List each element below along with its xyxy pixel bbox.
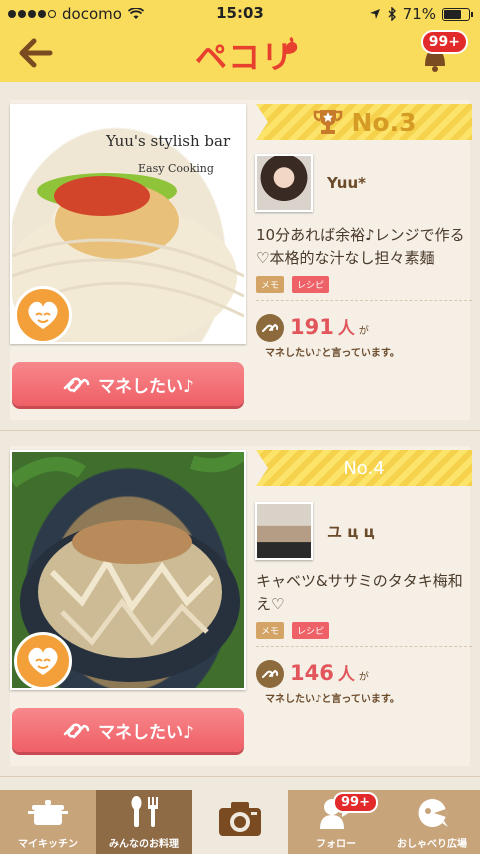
- tag-list: メモ レシピ: [256, 622, 330, 639]
- tab-everyones-dishes[interactable]: みんなのお料理: [96, 790, 192, 854]
- recipe-card: Yuu's stylish bar Easy Cooking マネしたい♪ No…: [10, 100, 472, 420]
- tab-bar: マイキッチン みんなのお料理 フォロー 99+ おしゃべり広場: [0, 790, 480, 854]
- heart-face-icon: [14, 286, 72, 344]
- tab-camera[interactable]: [192, 790, 288, 854]
- recipe-title[interactable]: キャベツ&ササミのタタキ梅和え♡: [256, 570, 472, 617]
- rooster-icon: [285, 37, 298, 54]
- mane-button-label: マネしたい♪: [98, 376, 194, 397]
- mane-count: 146 人 が: [256, 660, 369, 688]
- user-row[interactable]: ユ ц ц: [255, 502, 375, 560]
- mane-link-icon: [256, 660, 284, 688]
- mane-link-icon: [256, 314, 284, 342]
- tab-label: おしゃべり広場: [397, 839, 467, 850]
- trophy-icon: [313, 110, 342, 134]
- card-separator: [0, 776, 480, 777]
- tag-memo: メモ: [256, 622, 285, 639]
- battery-percent: 71%: [402, 5, 436, 23]
- link-icon: [63, 377, 90, 393]
- tab-my-kitchen[interactable]: マイキッチン: [0, 790, 96, 854]
- user-row[interactable]: Yuu*: [255, 154, 366, 212]
- recipe-title[interactable]: 10分あれば余裕♪レンジで作る♡本格的な汁なし担々素麺: [256, 224, 472, 271]
- recipe-card: マネしたい♪ No.4 ユ ц ц キャベツ&ササミのタタキ梅和え♡ メモ レシ…: [10, 446, 472, 766]
- tab-follow[interactable]: フォロー 99+: [288, 790, 384, 854]
- username[interactable]: ユ ц ц: [327, 521, 375, 542]
- battery-icon: [442, 7, 473, 21]
- mane-count-number: 146: [290, 661, 334, 685]
- heart-face-icon: [14, 632, 72, 690]
- mane-count-number: 191: [290, 315, 334, 339]
- app-logo: ペコリ: [195, 38, 295, 76]
- tag-list: メモ レシピ: [256, 276, 330, 293]
- status-bar: docomo 15:03 71%: [0, 0, 480, 28]
- pot-icon: [28, 800, 68, 825]
- mane-count-suffix: が: [358, 326, 369, 337]
- mane-count: 191 人 が: [256, 314, 369, 342]
- tab-label: マイキッチン: [18, 839, 78, 850]
- mane-button[interactable]: マネしたい♪: [12, 362, 244, 406]
- mane-count-suffix: が: [358, 672, 369, 683]
- link-icon: [63, 723, 90, 739]
- photo-caption-title: Yuu's stylish bar: [106, 132, 231, 150]
- tab-label: みんなのお料理: [109, 839, 179, 850]
- rank-ribbon: No.4: [256, 450, 472, 486]
- system-indicators: 71%: [369, 5, 473, 23]
- tab-label: フォロー: [316, 839, 356, 850]
- mane-count-unit: 人: [337, 319, 355, 339]
- rank-label: No.3: [351, 107, 417, 137]
- back-arrow-icon[interactable]: [18, 36, 54, 70]
- notification-button[interactable]: 99+: [418, 30, 468, 74]
- location-icon: [369, 9, 380, 19]
- avatar[interactable]: [255, 502, 313, 560]
- rank-label: No.4: [343, 457, 385, 479]
- tag-memo: メモ: [256, 276, 285, 293]
- tag-recipe: レシピ: [292, 276, 330, 293]
- camera-icon: [219, 802, 261, 836]
- divider: [256, 646, 472, 647]
- username[interactable]: Yuu*: [327, 174, 366, 192]
- tag-recipe: レシピ: [292, 622, 330, 639]
- chat-icon: [418, 798, 448, 827]
- photo-caption-subtitle: Easy Cooking: [138, 162, 214, 175]
- utensils-icon: [131, 796, 158, 827]
- app-header: docomo 15:03 71% ペコリ 99+: [0, 0, 480, 82]
- rank-ribbon: No.3: [256, 104, 472, 140]
- mane-says-text: マネしたい♪と言っています。: [265, 348, 400, 359]
- tab-chat-plaza[interactable]: おしゃべり広場: [384, 790, 480, 854]
- mane-button[interactable]: マネしたい♪: [12, 708, 244, 752]
- mane-says-text: マネしたい♪と言っています。: [265, 694, 400, 705]
- avatar[interactable]: [255, 154, 313, 212]
- notification-badge: 99+: [420, 30, 468, 54]
- follow-badge: 99+: [333, 792, 378, 813]
- mane-button-label: マネしたい♪: [98, 722, 194, 743]
- card-separator: [0, 430, 480, 431]
- bluetooth-icon: [388, 7, 396, 21]
- divider: [256, 300, 472, 301]
- mane-count-unit: 人: [337, 665, 355, 685]
